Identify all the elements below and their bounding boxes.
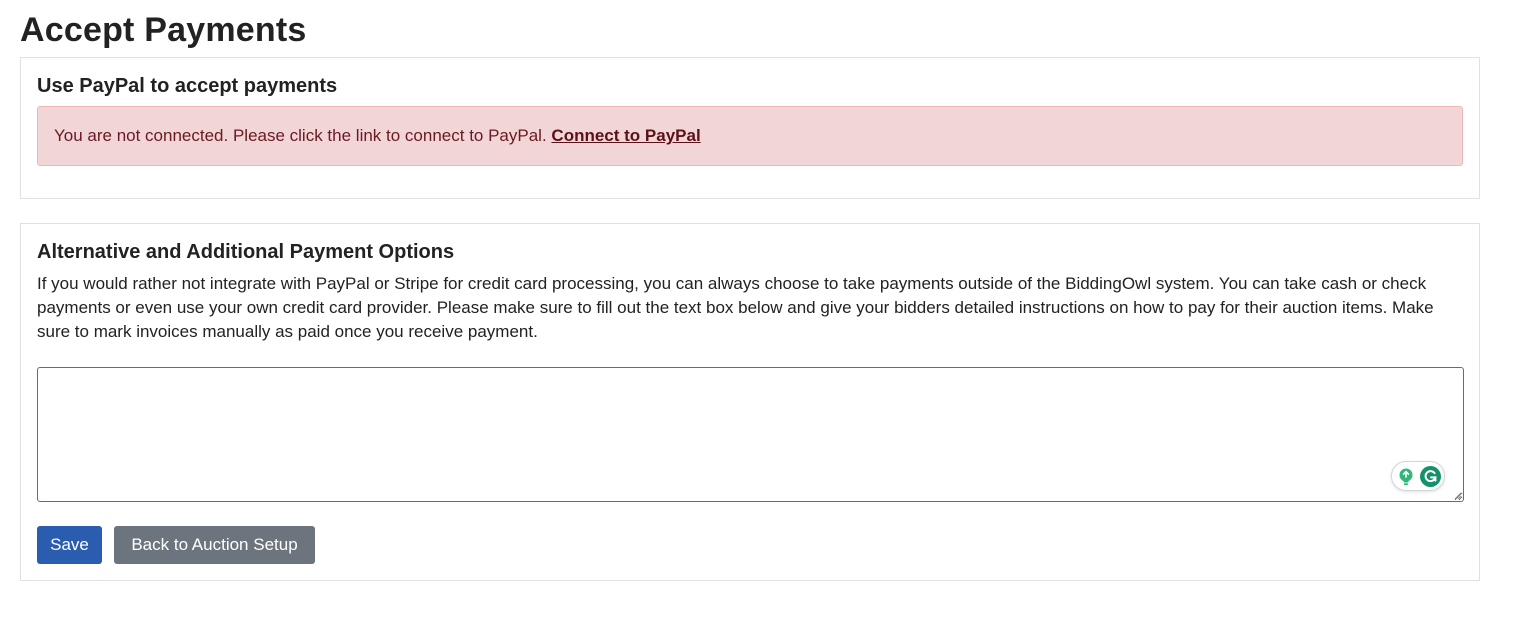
- alternative-payment-title: Alternative and Additional Payment Optio…: [37, 241, 455, 263]
- paypal-card: Use PayPal to accept payments You are no…: [20, 57, 1480, 199]
- accept-payments-page: Accept Payments Use PayPal to accept pay…: [0, 0, 1516, 626]
- grammarly-g-icon: [1420, 466, 1441, 487]
- alternative-payment-description: If you would rather not integrate with P…: [37, 274, 1434, 341]
- alternative-payment-card: Alternative and Additional Payment Optio…: [20, 223, 1480, 581]
- lightbulb-icon: [1399, 468, 1413, 485]
- resize-grip-icon[interactable]: [1454, 492, 1462, 500]
- save-button[interactable]: Save: [37, 526, 102, 564]
- paypal-card-title: Use PayPal to accept payments: [37, 75, 338, 97]
- payment-instructions-textarea[interactable]: [37, 367, 1464, 502]
- paypal-not-connected-alert: You are not connected. Please click the …: [37, 106, 1463, 166]
- page-title: Accept Payments: [20, 11, 307, 49]
- grammarly-widget[interactable]: [1391, 461, 1445, 491]
- connect-to-paypal-link[interactable]: Connect to PayPal: [551, 126, 700, 145]
- back-to-auction-setup-button[interactable]: Back to Auction Setup: [114, 526, 315, 564]
- alert-message: You are not connected. Please click the …: [54, 126, 547, 145]
